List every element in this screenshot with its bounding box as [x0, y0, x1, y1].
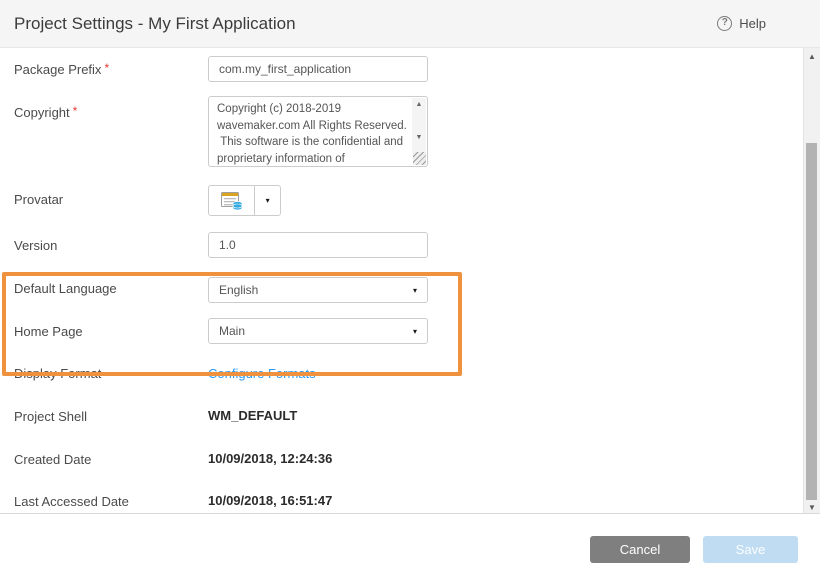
- dialog-header: Project Settings - My First Application …: [0, 0, 820, 48]
- project-settings-dialog: Project Settings - My First Application …: [0, 0, 820, 580]
- home-page-value: Main: [219, 324, 245, 338]
- caret-down-icon: ▾: [266, 196, 270, 205]
- save-button[interactable]: Save: [703, 536, 798, 563]
- copyright-scrollbar[interactable]: ▲ ▼: [412, 98, 426, 152]
- scroll-up-icon[interactable]: ▲: [804, 52, 820, 61]
- project-shell-label: Project Shell: [14, 409, 87, 424]
- cancel-button[interactable]: Cancel: [590, 536, 690, 563]
- resize-grip-icon[interactable]: [413, 152, 426, 165]
- provatar-button[interactable]: [209, 186, 254, 215]
- provatar-dropdown-button[interactable]: ▾: [254, 186, 280, 215]
- caret-down-icon: ▾: [413, 286, 417, 295]
- version-label: Version: [14, 238, 57, 253]
- scroll-up-icon[interactable]: ▲: [412, 101, 426, 108]
- home-page-label: Home Page: [14, 324, 83, 339]
- package-prefix-label: Package Prefix*: [14, 61, 109, 77]
- provatar-icon: [219, 189, 245, 213]
- settings-form: Package Prefix* Copyright* Copyright (c)…: [0, 48, 820, 513]
- project-shell-value: WM_DEFAULT: [208, 408, 428, 423]
- dialog-title: Project Settings - My First Application: [14, 14, 296, 34]
- configure-formats-link[interactable]: Configure Formats: [208, 366, 428, 381]
- copyright-text: Copyright (c) 2018-2019 wavemaker.com Al…: [217, 101, 411, 166]
- last-accessed-date-value: 10/09/2018, 16:51:47: [208, 493, 428, 508]
- copyright-textarea[interactable]: Copyright (c) 2018-2019 wavemaker.com Al…: [208, 96, 428, 167]
- help-label: Help: [739, 16, 766, 31]
- provatar-picker: ▾: [208, 185, 281, 216]
- help-icon: ?: [717, 16, 732, 31]
- display-format-label: Display Format: [14, 366, 101, 381]
- created-date-label: Created Date: [14, 452, 91, 467]
- vertical-scrollbar[interactable]: ▲ ▼: [803, 48, 820, 515]
- caret-down-icon: ▾: [413, 327, 417, 336]
- required-marker: *: [73, 104, 78, 118]
- home-page-select[interactable]: Main ▾: [208, 318, 428, 344]
- provatar-label: Provatar: [14, 192, 63, 207]
- default-language-label: Default Language: [14, 281, 117, 296]
- scroll-down-icon[interactable]: ▼: [804, 503, 820, 512]
- required-marker: *: [104, 61, 109, 75]
- scrollbar-thumb[interactable]: [806, 143, 817, 500]
- copyright-label: Copyright*: [14, 104, 77, 120]
- help-button[interactable]: ? Help: [717, 16, 766, 31]
- last-accessed-date-label: Last Accessed Date: [14, 494, 129, 509]
- version-input[interactable]: [208, 232, 428, 258]
- dialog-footer: Cancel Save: [0, 513, 820, 580]
- scroll-down-icon[interactable]: ▼: [412, 134, 426, 141]
- package-prefix-input[interactable]: [208, 56, 428, 82]
- default-language-value: English: [219, 283, 258, 297]
- default-language-select[interactable]: English ▾: [208, 277, 428, 303]
- created-date-value: 10/09/2018, 12:24:36: [208, 451, 428, 466]
